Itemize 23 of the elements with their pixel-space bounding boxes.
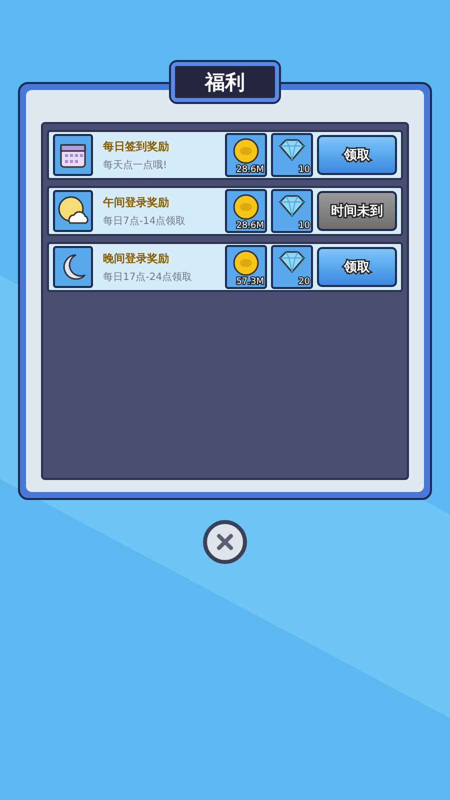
claim-button[interactable]: 领取: [317, 247, 397, 287]
coin-amount: 28.6M: [236, 165, 264, 175]
gem-amount: 10: [298, 221, 310, 231]
coin-icon: [233, 250, 259, 276]
gem-amount: 10: [298, 165, 310, 175]
coin-amount: 57.3M: [236, 277, 264, 287]
reward-title: 晚间登录奖励: [103, 250, 170, 266]
dialog-title: 福利: [205, 68, 245, 96]
reward-subtitle: 每天点一点哦!: [103, 158, 168, 172]
claim-button[interactable]: 时间未到: [317, 191, 397, 231]
coin-amount: 28.6M: [236, 221, 264, 231]
coin-icon: [233, 194, 259, 220]
diamond-icon: [278, 250, 306, 274]
diamond-icon: [278, 194, 306, 218]
reward-title: 每日签到奖励: [103, 138, 170, 154]
reward-subtitle: 每日17点-24点领取: [103, 270, 194, 284]
close-icon: [214, 531, 236, 553]
gem-amount: 20: [298, 277, 310, 287]
diamond-icon: [278, 138, 306, 162]
reward-subtitle: 每日7点-14点领取: [103, 214, 187, 228]
claim-button[interactable]: 领取: [317, 135, 397, 175]
reward-title: 午间登录奖励: [103, 194, 170, 210]
coin-icon: [233, 138, 259, 164]
